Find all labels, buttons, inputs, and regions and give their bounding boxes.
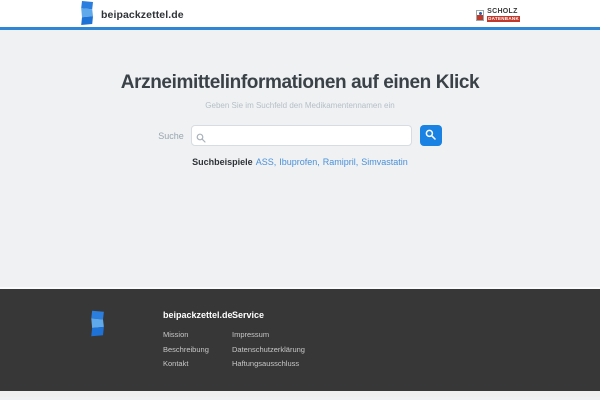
header: beipackzettel.de SCHOLZ DATENBANK bbox=[0, 0, 600, 30]
separator: , bbox=[317, 157, 320, 167]
example-link-ibuprofen[interactable]: Ibuprofen bbox=[279, 157, 317, 167]
site-logo-link[interactable]: beipackzettel.de bbox=[80, 0, 184, 30]
footer-service-heading: Service bbox=[232, 310, 265, 320]
footer-link-mission[interactable]: Mission bbox=[163, 330, 232, 339]
footer-link-haftungsausschluss[interactable]: Haftungsausschluss bbox=[232, 359, 305, 368]
bottom-strip bbox=[0, 391, 600, 397]
search-button[interactable] bbox=[419, 125, 442, 146]
partner-subtitle: DATENBANK bbox=[487, 15, 520, 22]
hero-section: Arzneimittelinformationen auf einen Klic… bbox=[0, 30, 600, 287]
folded-leaflet-logo-icon bbox=[80, 0, 95, 30]
footer-link-datenschutz[interactable]: Datenschutzerklärung bbox=[232, 345, 305, 354]
footer-link-kontakt[interactable]: Kontakt bbox=[163, 359, 232, 368]
search-row: Suche bbox=[0, 125, 600, 146]
footer-logo bbox=[80, 310, 163, 374]
footer-column-service: Service Impressum Datenschutzerklärung H… bbox=[232, 310, 305, 374]
search-box bbox=[190, 125, 412, 146]
search-input[interactable] bbox=[190, 125, 412, 146]
footer: beipackzettel.de Mission Beschreibung Ko… bbox=[0, 289, 600, 391]
footer-link-impressum[interactable]: Impressum bbox=[232, 330, 305, 339]
page-subtitle: Geben Sie im Suchfeld den Medikamentenna… bbox=[205, 101, 395, 110]
separator: , bbox=[355, 157, 359, 167]
folded-leaflet-logo-icon bbox=[80, 310, 106, 341]
site-name: beipackzettel.de bbox=[101, 9, 184, 21]
separator: , bbox=[273, 157, 277, 167]
scholz-crest-icon bbox=[476, 9, 485, 21]
example-link-ramipril[interactable]: Ramipril bbox=[323, 157, 356, 167]
footer-brand-heading: beipackzettel.de bbox=[163, 310, 233, 320]
footer-column-brand: beipackzettel.de Mission Beschreibung Ko… bbox=[163, 310, 233, 374]
search-button-icon bbox=[425, 128, 437, 143]
partner-logo[interactable]: SCHOLZ DATENBANK bbox=[476, 8, 520, 22]
example-link-ass[interactable]: ASS bbox=[256, 157, 274, 167]
search-icon bbox=[196, 130, 206, 143]
examples-label: Suchbeispiele bbox=[192, 157, 253, 167]
page-title: Arzneimittelinformationen auf einen Klic… bbox=[120, 72, 480, 93]
partner-name: SCHOLZ bbox=[487, 8, 518, 16]
search-label: Suche bbox=[158, 130, 184, 141]
example-link-simvastatin[interactable]: Simvastatin bbox=[361, 157, 408, 167]
footer-link-beschreibung[interactable]: Beschreibung bbox=[163, 345, 232, 354]
search-examples: Suchbeispiele ASS, Ibuprofen, Ramipril, Simv… bbox=[0, 157, 600, 167]
